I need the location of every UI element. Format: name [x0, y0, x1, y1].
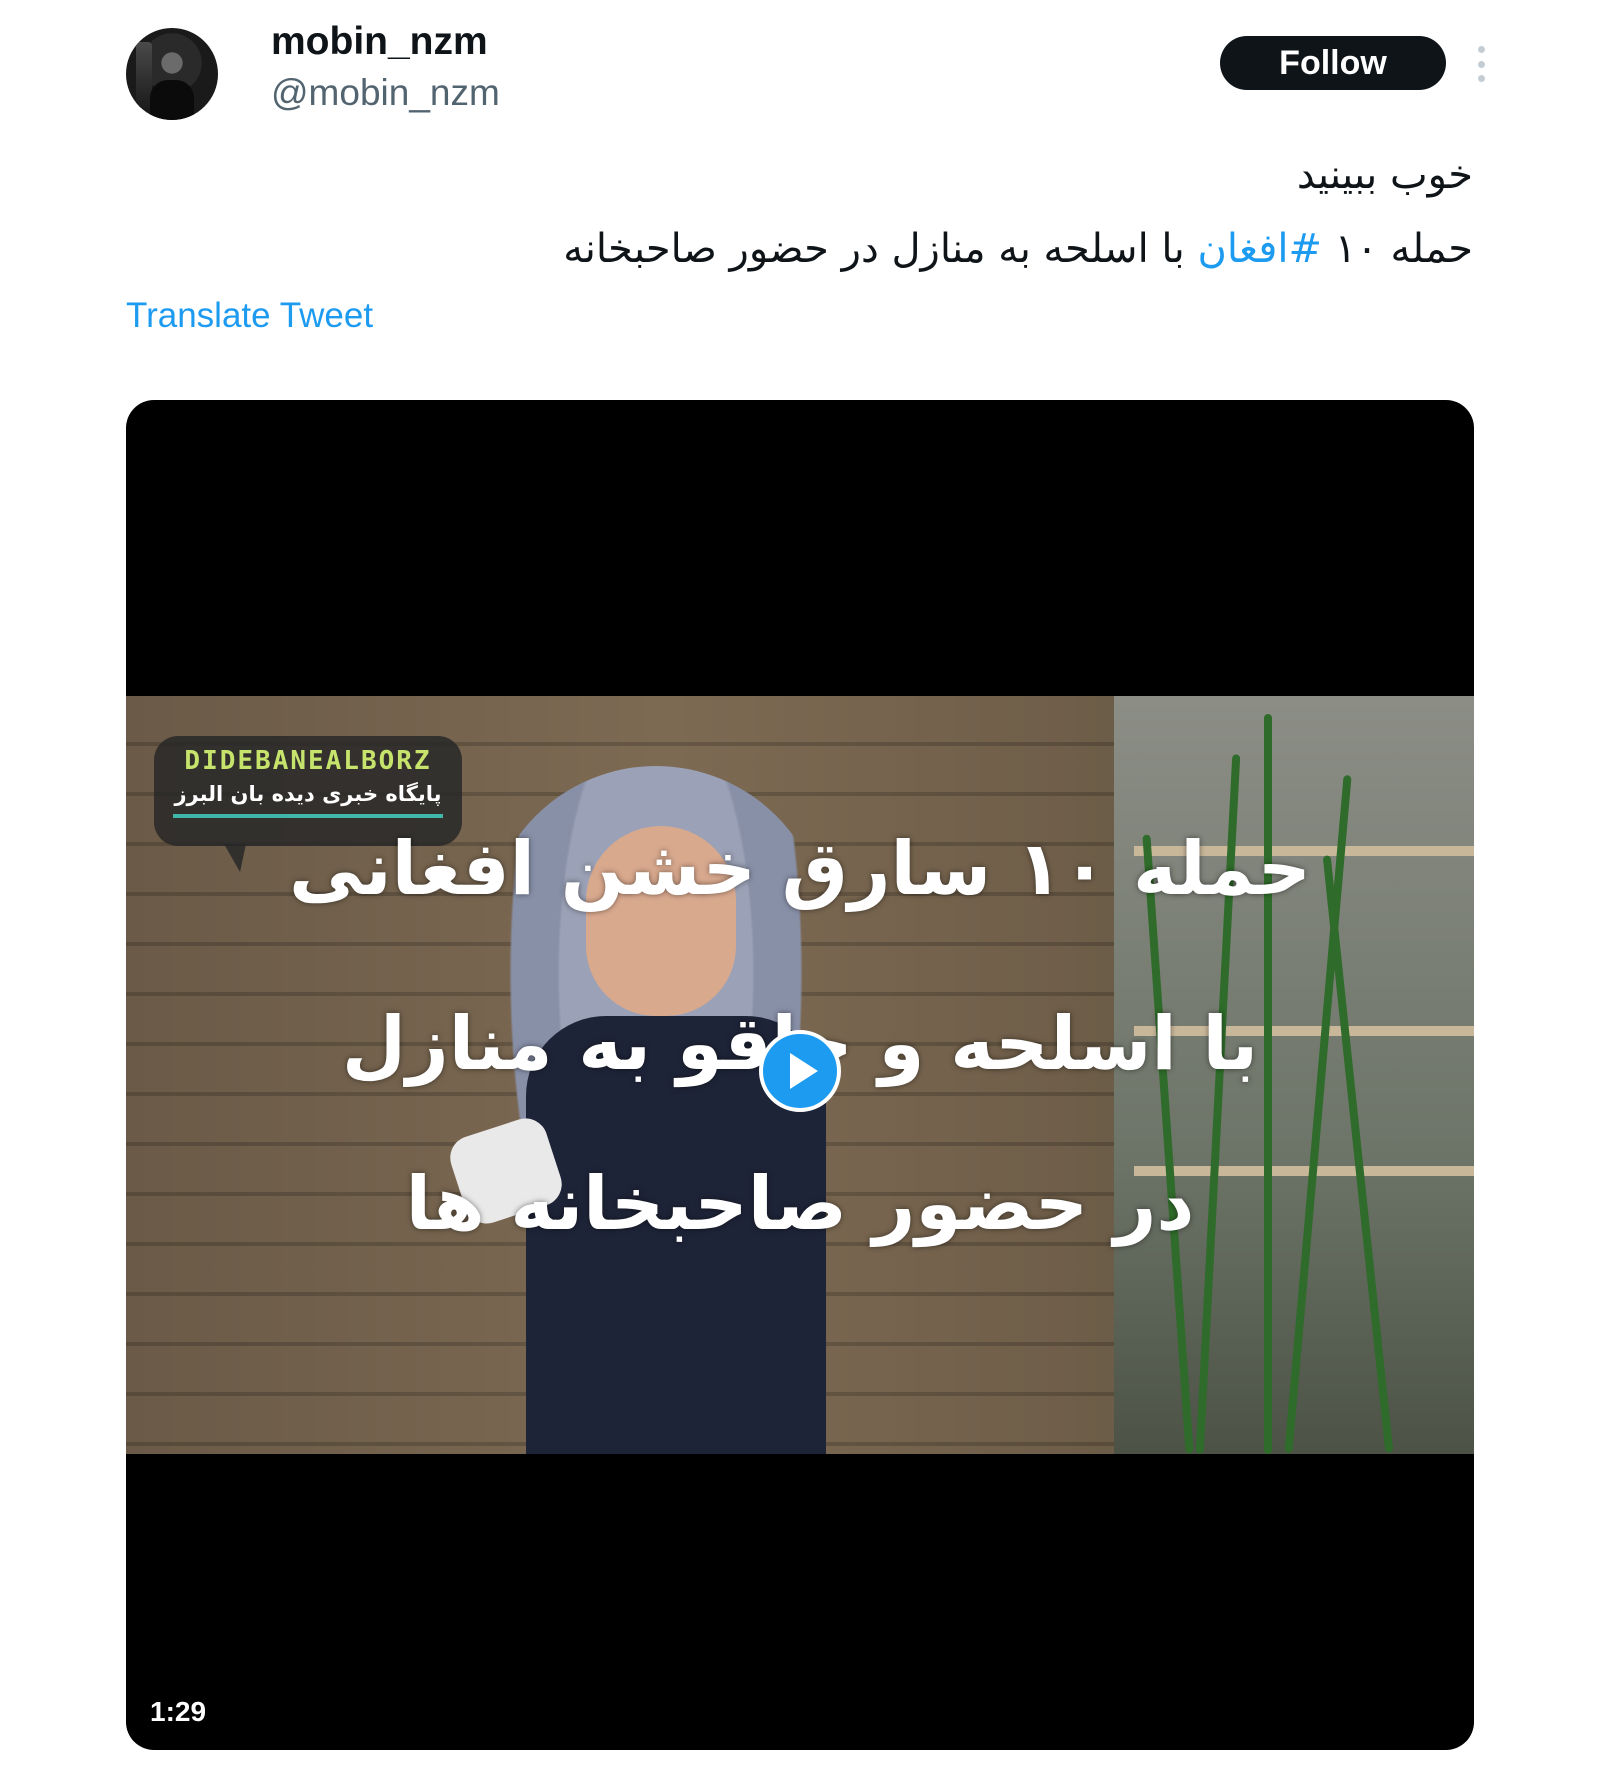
- hashtag-link[interactable]: #افغان: [1197, 226, 1322, 272]
- author-display-name[interactable]: mobin_nzm: [271, 20, 488, 64]
- overlay-caption-line-3: در حضور صاحبخانه ها: [405, 1161, 1195, 1247]
- avatar[interactable]: [126, 28, 218, 120]
- channel-logo-fa: پایگاه خبری دیده بان البرز: [174, 782, 442, 806]
- video-player[interactable]: DIDEBANEALBORZ پایگاه خبری دیده بان البر…: [126, 400, 1474, 1750]
- author-handle[interactable]: @mobin_nzm: [271, 72, 500, 114]
- translate-tweet-link[interactable]: Translate Tweet: [126, 296, 373, 336]
- avatar-figure: [150, 80, 194, 120]
- follow-button[interactable]: Follow: [1220, 36, 1446, 90]
- play-icon[interactable]: [759, 1030, 841, 1112]
- tweet-line-2: حمله ۱۰ #افغان با اسلحه به منازل در حضور…: [273, 212, 1473, 286]
- tweet-line-1: خوب ببینید: [1296, 152, 1473, 198]
- overlay-caption-line-1: حمله ۱۰ سارق خشن افغانی: [289, 826, 1311, 912]
- channel-logo-en: DIDEBANEALBORZ: [184, 746, 432, 776]
- tweet-line-2-prefix: حمله ۱۰: [1322, 226, 1473, 272]
- tweet-text: خوب ببینید حمله ۱۰ #افغان با اسلحه به من…: [273, 138, 1473, 286]
- more-vertical-icon[interactable]: [1474, 46, 1488, 82]
- tweet-line-2-suffix: با اسلحه به منازل در حضور صاحبخانه: [563, 226, 1198, 272]
- video-duration: 1:29: [150, 1696, 207, 1727]
